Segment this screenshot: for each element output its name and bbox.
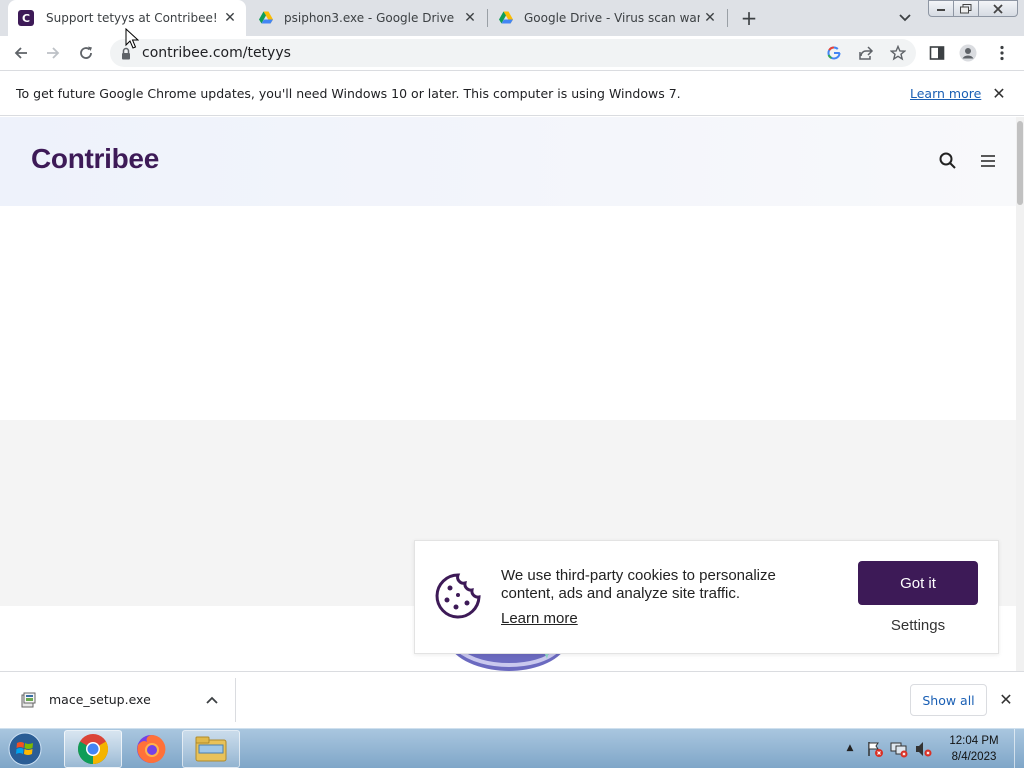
cookie-message: We use third-party cookies to personaliz… <box>501 567 776 602</box>
url-text[interactable]: contribee.com/tetyys <box>142 45 291 61</box>
tab-separator <box>727 9 728 27</box>
close-tab-icon[interactable]: ✕ <box>702 10 718 26</box>
share-icon[interactable] <box>858 45 874 61</box>
clock-date: 8/4/2023 <box>951 751 997 763</box>
download-file-name[interactable]: mace_setup.exe <box>49 692 151 707</box>
cookie-icon <box>435 573 481 619</box>
cookie-settings-button[interactable]: Settings <box>858 614 978 636</box>
action-center-flag-icon[interactable] <box>866 740 884 758</box>
window-close-button[interactable] <box>978 0 1018 17</box>
chevron-up-icon[interactable] <box>204 692 220 708</box>
clock-time: 12:04 PM <box>949 735 999 747</box>
tab-drive-virus-warning[interactable]: Google Drive - Virus scan warnin ✕ <box>488 0 726 36</box>
infobar-learn-more-link[interactable]: Learn more <box>910 86 981 101</box>
site-header: Contribee <box>0 117 1016 206</box>
windows-explorer-icon <box>195 736 227 762</box>
bookmark-star-icon[interactable] <box>890 45 906 61</box>
window-minimize-button[interactable] <box>928 0 954 17</box>
reload-icon[interactable] <box>74 41 98 65</box>
close-tab-icon[interactable]: ✕ <box>222 10 238 26</box>
google-lens-g-icon[interactable] <box>826 45 842 61</box>
tab-psiphon-drive[interactable]: psiphon3.exe - Google Drive ✕ <box>248 0 486 36</box>
back-arrow-icon[interactable] <box>9 41 33 65</box>
close-icon[interactable]: ✕ <box>997 690 1015 709</box>
address-bar[interactable]: contribee.com/tetyys <box>110 39 916 67</box>
tab-search-chevron-icon[interactable] <box>896 9 914 27</box>
show-hidden-icons-arrow-icon[interactable]: ▲ <box>843 741 857 755</box>
close-tab-icon[interactable]: ✕ <box>462 10 478 26</box>
chrome-icon <box>77 734 109 765</box>
mouse-cursor-icon <box>125 28 139 49</box>
download-shelf: mace_setup.exe Show all ✕ <box>0 671 1024 728</box>
new-tab-button[interactable]: + <box>738 6 760 30</box>
browser-toolbar: contribee.com/tetyys <box>0 36 1024 70</box>
side-panel-icon[interactable] <box>928 44 946 62</box>
update-infobar: To get future Google Chrome updates, you… <box>0 70 1024 116</box>
tab-title: Support tetyys at Contribee! <box>46 11 218 25</box>
search-icon[interactable] <box>938 151 958 171</box>
kebab-menu-icon[interactable] <box>993 44 1011 62</box>
windows-start-button[interactable] <box>4 731 46 767</box>
got-it-button[interactable]: Got it <box>858 561 978 605</box>
taskbar-firefox[interactable] <box>122 730 180 768</box>
windows-taskbar: ▲ 12:04 PM 8/4/2023 <box>0 728 1024 769</box>
cookie-consent-banner: We use third-party cookies to personaliz… <box>414 540 999 654</box>
infobar-message: To get future Google Chrome updates, you… <box>16 86 681 101</box>
hamburger-menu-icon[interactable] <box>978 152 998 170</box>
google-drive-icon <box>499 11 513 24</box>
taskbar-chrome[interactable] <box>64 730 122 768</box>
tab-title: psiphon3.exe - Google Drive <box>284 11 455 25</box>
page-scrollbar[interactable] <box>1016 117 1024 671</box>
taskbar-windows-explorer[interactable] <box>182 730 240 768</box>
contribee-logo[interactable]: Contribee <box>31 143 159 175</box>
show-desktop-button[interactable] <box>1014 729 1024 769</box>
download-item[interactable]: mace_setup.exe <box>12 678 236 722</box>
content-area <box>0 206 1016 420</box>
window-restore-button[interactable] <box>953 0 979 17</box>
scrollbar-thumb[interactable] <box>1017 121 1023 205</box>
windows-logo-icon <box>8 732 42 766</box>
installer-file-icon <box>21 692 36 708</box>
cookie-learn-more-link[interactable]: Learn more <box>501 610 578 627</box>
tab-title: Google Drive - Virus scan warnin <box>524 11 700 25</box>
tab-strip: C Support tetyys at Contribee! ✕ psiphon… <box>0 0 1024 36</box>
google-drive-icon <box>259 11 273 24</box>
forward-arrow-icon[interactable] <box>41 41 65 65</box>
system-clock[interactable]: 12:04 PM 8/4/2023 <box>943 733 1005 765</box>
show-all-downloads-button[interactable]: Show all <box>910 684 987 716</box>
contribee-c-icon: C <box>18 10 34 26</box>
network-icon[interactable] <box>890 740 908 758</box>
close-icon[interactable]: ✕ <box>990 84 1008 103</box>
profile-avatar-icon[interactable] <box>959 44 977 62</box>
firefox-icon <box>137 734 166 763</box>
volume-muted-icon[interactable] <box>914 740 932 758</box>
